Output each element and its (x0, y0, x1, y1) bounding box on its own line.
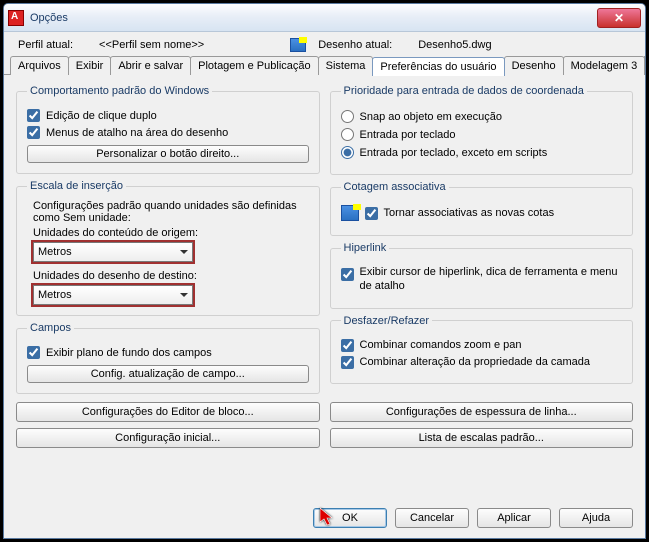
group-hyperlink: Hiperlink Exibir cursor de hiperlink, di… (330, 242, 634, 309)
label-combine-layer-prop: Combinar alteração da propriedade da cam… (360, 356, 591, 368)
tab-modelagem-3[interactable]: Modelagem 3 (563, 56, 646, 75)
checkbox-hyperlink-cursor[interactable] (341, 268, 354, 281)
tab-prefer-ncias-do-usu-rio[interactable]: Preferências do usuário (372, 57, 504, 76)
label-keyboard: Entrada por teclado (360, 129, 456, 141)
label-keyboard-except: Entrada por teclado, exceto em scripts (360, 147, 548, 159)
tab-desenho[interactable]: Desenho (504, 56, 564, 75)
options-dialog: Opções ✕ Perfil atual: <<Perfil sem nome… (3, 3, 646, 539)
radio-running-osnap[interactable] (341, 110, 354, 123)
group-win-behavior: Comportamento padrão do Windows Edição d… (16, 85, 320, 174)
checkbox-combine-zoom-pan[interactable] (341, 339, 354, 352)
tab-content: Comportamento padrão do Windows Edição d… (4, 74, 645, 502)
select-target-value: Metros (38, 289, 72, 301)
select-source-units[interactable]: Metros (33, 242, 193, 262)
checkbox-combine-layer-prop[interactable] (341, 356, 354, 369)
app-icon (8, 10, 24, 26)
window-title: Opções (30, 12, 597, 24)
cancel-button[interactable]: Cancelar (395, 508, 469, 528)
group-coord-priority: Prioridade para entrada de dados de coor… (330, 85, 634, 175)
checkbox-dblclick[interactable] (27, 109, 40, 122)
profile-label: Perfil atual: (18, 39, 73, 51)
checkbox-assoc-dims[interactable] (365, 207, 378, 220)
tab-abrir-e-salvar[interactable]: Abrir e salvar (110, 56, 191, 75)
label-field-bg: Exibir plano de fundo dos campos (46, 347, 212, 359)
dialog-footer: OK Cancelar Aplicar Ajuda (4, 502, 645, 538)
checkbox-shortcut-menus[interactable] (27, 126, 40, 139)
checkbox-field-bg[interactable] (27, 346, 40, 359)
button-field-update[interactable]: Config. atualização de campo... (27, 365, 309, 383)
label-source-units: Unidades do conteúdo de origem: (33, 227, 309, 239)
button-block-editor-settings[interactable]: Configurações do Editor de bloco... (16, 402, 320, 422)
help-button[interactable]: Ajuda (559, 508, 633, 528)
label-combine-zoom-pan: Combinar comandos zoom e pan (360, 339, 522, 351)
button-lineweight-settings[interactable]: Configurações de espessura de linha... (330, 402, 634, 422)
tab-arquivos[interactable]: Arquivos (10, 56, 69, 75)
ok-button[interactable]: OK (313, 508, 387, 528)
profile-header: Perfil atual: <<Perfil sem nome>> Desenh… (4, 32, 645, 56)
label-dblclick: Edição de clique duplo (46, 110, 157, 122)
drawing-value: Desenho5.dwg (418, 39, 491, 51)
label-hyperlink-cursor: Exibir cursor de hiperlink, dica de ferr… (360, 266, 623, 294)
legend-coord-priority: Prioridade para entrada de dados de coor… (341, 85, 587, 97)
apply-button[interactable]: Aplicar (477, 508, 551, 528)
legend-win-behavior: Comportamento padrão do Windows (27, 85, 212, 97)
close-button[interactable]: ✕ (597, 8, 641, 28)
label-running-osnap: Snap ao objeto em execução (360, 111, 503, 123)
radio-keyboard-except-scripts[interactable] (341, 146, 354, 159)
tab-exibir[interactable]: Exibir (68, 56, 112, 75)
group-undo-redo: Desfazer/Refazer Combinar comandos zoom … (330, 315, 634, 384)
tabs: ArquivosExibirAbrir e salvarPlotagem e P… (4, 56, 645, 75)
drawing-label: Desenho atual: (318, 39, 392, 51)
dwg-icon (290, 38, 306, 52)
tab-plotagem-e-publica-o[interactable]: Plotagem e Publicação (190, 56, 319, 75)
button-scale-list[interactable]: Lista de escalas padrão... (330, 428, 634, 448)
select-source-value: Metros (38, 246, 72, 258)
button-initial-setup[interactable]: Configuração inicial... (16, 428, 320, 448)
legend-assoc-dim: Cotagem associativa (341, 181, 449, 193)
label-assoc-dims: Tornar associativas as novas cotas (384, 207, 555, 219)
tab-sistema[interactable]: Sistema (318, 56, 374, 75)
group-assoc-dim: Cotagem associativa Tornar associativas … (330, 181, 634, 236)
titlebar: Opções ✕ (4, 4, 645, 32)
select-target-units[interactable]: Metros (33, 285, 193, 305)
group-fields: Campos Exibir plano de fundo dos campos … (16, 322, 320, 394)
dwg-icon (341, 205, 359, 221)
button-right-click-custom[interactable]: Personalizar o botão direito... (27, 145, 309, 163)
legend-hyperlink: Hiperlink (341, 242, 390, 254)
group-insert-scale: Escala de inserção Configurações padrão … (16, 180, 320, 316)
radio-keyboard[interactable] (341, 128, 354, 141)
profile-value: <<Perfil sem nome>> (99, 39, 204, 51)
legend-undo-redo: Desfazer/Refazer (341, 315, 433, 327)
insert-scale-desc: Configurações padrão quando unidades são… (33, 200, 309, 224)
legend-insert-scale: Escala de inserção (27, 180, 126, 192)
label-shortcut-menus: Menus de atalho na área do desenho (46, 127, 228, 139)
label-target-units: Unidades do desenho de destino: (33, 270, 309, 282)
legend-fields: Campos (27, 322, 74, 334)
